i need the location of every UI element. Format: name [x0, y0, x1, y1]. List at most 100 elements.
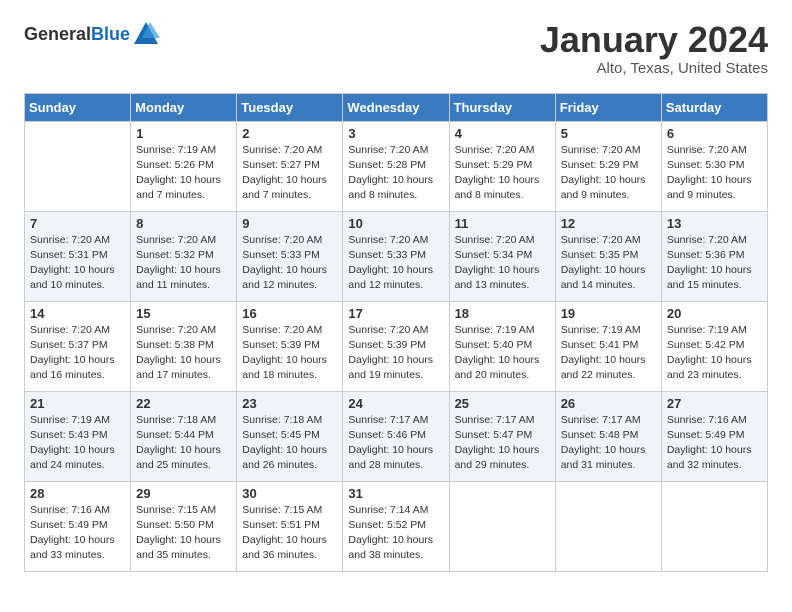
day-info: Sunrise: 7:20 AMSunset: 5:38 PMDaylight:…	[136, 323, 231, 384]
day-number: 24	[348, 396, 443, 411]
day-number: 4	[455, 126, 550, 141]
day-info: Sunrise: 7:17 AMSunset: 5:48 PMDaylight:…	[561, 413, 656, 474]
day-number: 1	[136, 126, 231, 141]
calendar-table: SundayMondayTuesdayWednesdayThursdayFrid…	[24, 93, 768, 572]
calendar-cell: 22 Sunrise: 7:18 AMSunset: 5:44 PMDayligh…	[131, 391, 237, 481]
day-number: 25	[455, 396, 550, 411]
calendar-cell: 8 Sunrise: 7:20 AMSunset: 5:32 PMDaylight…	[131, 211, 237, 301]
day-number: 7	[30, 216, 125, 231]
calendar-cell: 3 Sunrise: 7:20 AMSunset: 5:28 PMDaylight…	[343, 121, 449, 211]
calendar-cell: 31 Sunrise: 7:14 AMSunset: 5:52 PMDayligh…	[343, 481, 449, 571]
day-info: Sunrise: 7:19 AMSunset: 5:42 PMDaylight:…	[667, 323, 762, 384]
logo-general: General	[24, 24, 91, 44]
day-info: Sunrise: 7:17 AMSunset: 5:47 PMDaylight:…	[455, 413, 550, 474]
day-number: 18	[455, 306, 550, 321]
calendar-cell: 2 Sunrise: 7:20 AMSunset: 5:27 PMDaylight…	[237, 121, 343, 211]
day-number: 3	[348, 126, 443, 141]
calendar-cell: 6 Sunrise: 7:20 AMSunset: 5:30 PMDaylight…	[661, 121, 767, 211]
calendar-cell: 26 Sunrise: 7:17 AMSunset: 5:48 PMDayligh…	[555, 391, 661, 481]
day-info: Sunrise: 7:20 AMSunset: 5:31 PMDaylight:…	[30, 233, 125, 294]
day-info: Sunrise: 7:19 AMSunset: 5:41 PMDaylight:…	[561, 323, 656, 384]
calendar-cell: 9Sunrise: 7:20 AMSunset: 5:33 PMDaylight…	[237, 211, 343, 301]
logo-blue: Blue	[91, 24, 130, 44]
calendar-cell: 30Sunrise: 7:15 AMSunset: 5:51 PMDayligh…	[237, 481, 343, 571]
day-header-monday: Monday	[131, 93, 237, 121]
calendar-header-row: SundayMondayTuesdayWednesdayThursdayFrid…	[25, 93, 768, 121]
day-info: Sunrise: 7:16 AMSunset: 5:49 PMDaylight:…	[30, 503, 125, 564]
calendar-cell: 18Sunrise: 7:19 AMSunset: 5:40 PMDayligh…	[449, 301, 555, 391]
day-info: Sunrise: 7:20 AMSunset: 5:30 PMDaylight:…	[667, 143, 762, 204]
day-info: Sunrise: 7:18 AMSunset: 5:44 PMDaylight:…	[136, 413, 231, 474]
calendar-cell: 10 Sunrise: 7:20 AMSunset: 5:33 PMDayligh…	[343, 211, 449, 301]
logo: GeneralBlue	[24, 20, 160, 48]
day-number: 26	[561, 396, 656, 411]
day-number: 27	[667, 396, 762, 411]
day-number: 10	[348, 216, 443, 231]
calendar-cell: 21Sunrise: 7:19 AMSunset: 5:43 PMDayligh…	[25, 391, 131, 481]
day-number: 19	[561, 306, 656, 321]
calendar-cell: 17 Sunrise: 7:20 AMSunset: 5:39 PMDayligh…	[343, 301, 449, 391]
calendar-cell: 25 Sunrise: 7:17 AMSunset: 5:47 PMDayligh…	[449, 391, 555, 481]
day-info: Sunrise: 7:14 AMSunset: 5:52 PMDaylight:…	[348, 503, 443, 564]
calendar-week-5: 28 Sunrise: 7:16 AMSunset: 5:49 PMDayligh…	[25, 481, 768, 571]
day-number: 13	[667, 216, 762, 231]
day-number: 16	[242, 306, 337, 321]
day-info: Sunrise: 7:19 AMSunset: 5:43 PMDaylight:…	[30, 413, 125, 474]
calendar-cell: 19 Sunrise: 7:19 AMSunset: 5:41 PMDayligh…	[555, 301, 661, 391]
day-header-tuesday: Tuesday	[237, 93, 343, 121]
day-info: Sunrise: 7:19 AMSunset: 5:26 PMDaylight:…	[136, 143, 231, 204]
calendar-cell: 27 Sunrise: 7:16 AMSunset: 5:49 PMDayligh…	[661, 391, 767, 481]
calendar-cell	[25, 121, 131, 211]
day-info: Sunrise: 7:20 AMSunset: 5:36 PMDaylight:…	[667, 233, 762, 294]
day-number: 2	[242, 126, 337, 141]
day-info: Sunrise: 7:20 AMSunset: 5:29 PMDaylight:…	[561, 143, 656, 204]
calendar-week-1: 1 Sunrise: 7:19 AMSunset: 5:26 PMDaylight…	[25, 121, 768, 211]
calendar-cell: 14Sunrise: 7:20 AMSunset: 5:37 PMDayligh…	[25, 301, 131, 391]
day-number: 15	[136, 306, 231, 321]
title-area: January 2024 Alto, Texas, United States	[540, 20, 768, 77]
day-info: Sunrise: 7:20 AMSunset: 5:33 PMDaylight:…	[242, 233, 337, 294]
calendar-week-4: 21Sunrise: 7:19 AMSunset: 5:43 PMDayligh…	[25, 391, 768, 481]
day-header-thursday: Thursday	[449, 93, 555, 121]
calendar-week-3: 14Sunrise: 7:20 AMSunset: 5:37 PMDayligh…	[25, 301, 768, 391]
calendar-cell	[661, 481, 767, 571]
logo-icon	[132, 20, 160, 48]
day-info: Sunrise: 7:16 AMSunset: 5:49 PMDaylight:…	[667, 413, 762, 474]
day-number: 28	[30, 486, 125, 501]
day-number: 17	[348, 306, 443, 321]
calendar-cell	[555, 481, 661, 571]
day-info: Sunrise: 7:17 AMSunset: 5:46 PMDaylight:…	[348, 413, 443, 474]
day-info: Sunrise: 7:20 AMSunset: 5:34 PMDaylight:…	[455, 233, 550, 294]
day-info: Sunrise: 7:20 AMSunset: 5:27 PMDaylight:…	[242, 143, 337, 204]
calendar-cell: 5 Sunrise: 7:20 AMSunset: 5:29 PMDaylight…	[555, 121, 661, 211]
day-number: 11	[455, 216, 550, 231]
day-info: Sunrise: 7:15 AMSunset: 5:50 PMDaylight:…	[136, 503, 231, 564]
day-number: 8	[136, 216, 231, 231]
calendar-cell: 23Sunrise: 7:18 AMSunset: 5:45 PMDayligh…	[237, 391, 343, 481]
day-info: Sunrise: 7:20 AMSunset: 5:39 PMDaylight:…	[242, 323, 337, 384]
day-number: 6	[667, 126, 762, 141]
day-number: 22	[136, 396, 231, 411]
calendar-cell: 13 Sunrise: 7:20 AMSunset: 5:36 PMDayligh…	[661, 211, 767, 301]
day-number: 20	[667, 306, 762, 321]
calendar-cell: 28 Sunrise: 7:16 AMSunset: 5:49 PMDayligh…	[25, 481, 131, 571]
day-header-saturday: Saturday	[661, 93, 767, 121]
day-number: 5	[561, 126, 656, 141]
day-number: 30	[242, 486, 337, 501]
calendar-cell: 11 Sunrise: 7:20 AMSunset: 5:34 PMDayligh…	[449, 211, 555, 301]
day-info: Sunrise: 7:20 AMSunset: 5:29 PMDaylight:…	[455, 143, 550, 204]
day-header-wednesday: Wednesday	[343, 93, 449, 121]
day-info: Sunrise: 7:20 AMSunset: 5:32 PMDaylight:…	[136, 233, 231, 294]
day-header-sunday: Sunday	[25, 93, 131, 121]
calendar-week-2: 7 Sunrise: 7:20 AMSunset: 5:31 PMDaylight…	[25, 211, 768, 301]
calendar-cell: 1 Sunrise: 7:19 AMSunset: 5:26 PMDaylight…	[131, 121, 237, 211]
calendar-cell: 12Sunrise: 7:20 AMSunset: 5:35 PMDayligh…	[555, 211, 661, 301]
day-number: 29	[136, 486, 231, 501]
day-info: Sunrise: 7:20 AMSunset: 5:33 PMDaylight:…	[348, 233, 443, 294]
calendar-title: January 2024	[540, 20, 768, 60]
day-info: Sunrise: 7:20 AMSunset: 5:28 PMDaylight:…	[348, 143, 443, 204]
calendar-cell	[449, 481, 555, 571]
day-number: 31	[348, 486, 443, 501]
day-info: Sunrise: 7:20 AMSunset: 5:39 PMDaylight:…	[348, 323, 443, 384]
calendar-cell: 20 Sunrise: 7:19 AMSunset: 5:42 PMDayligh…	[661, 301, 767, 391]
